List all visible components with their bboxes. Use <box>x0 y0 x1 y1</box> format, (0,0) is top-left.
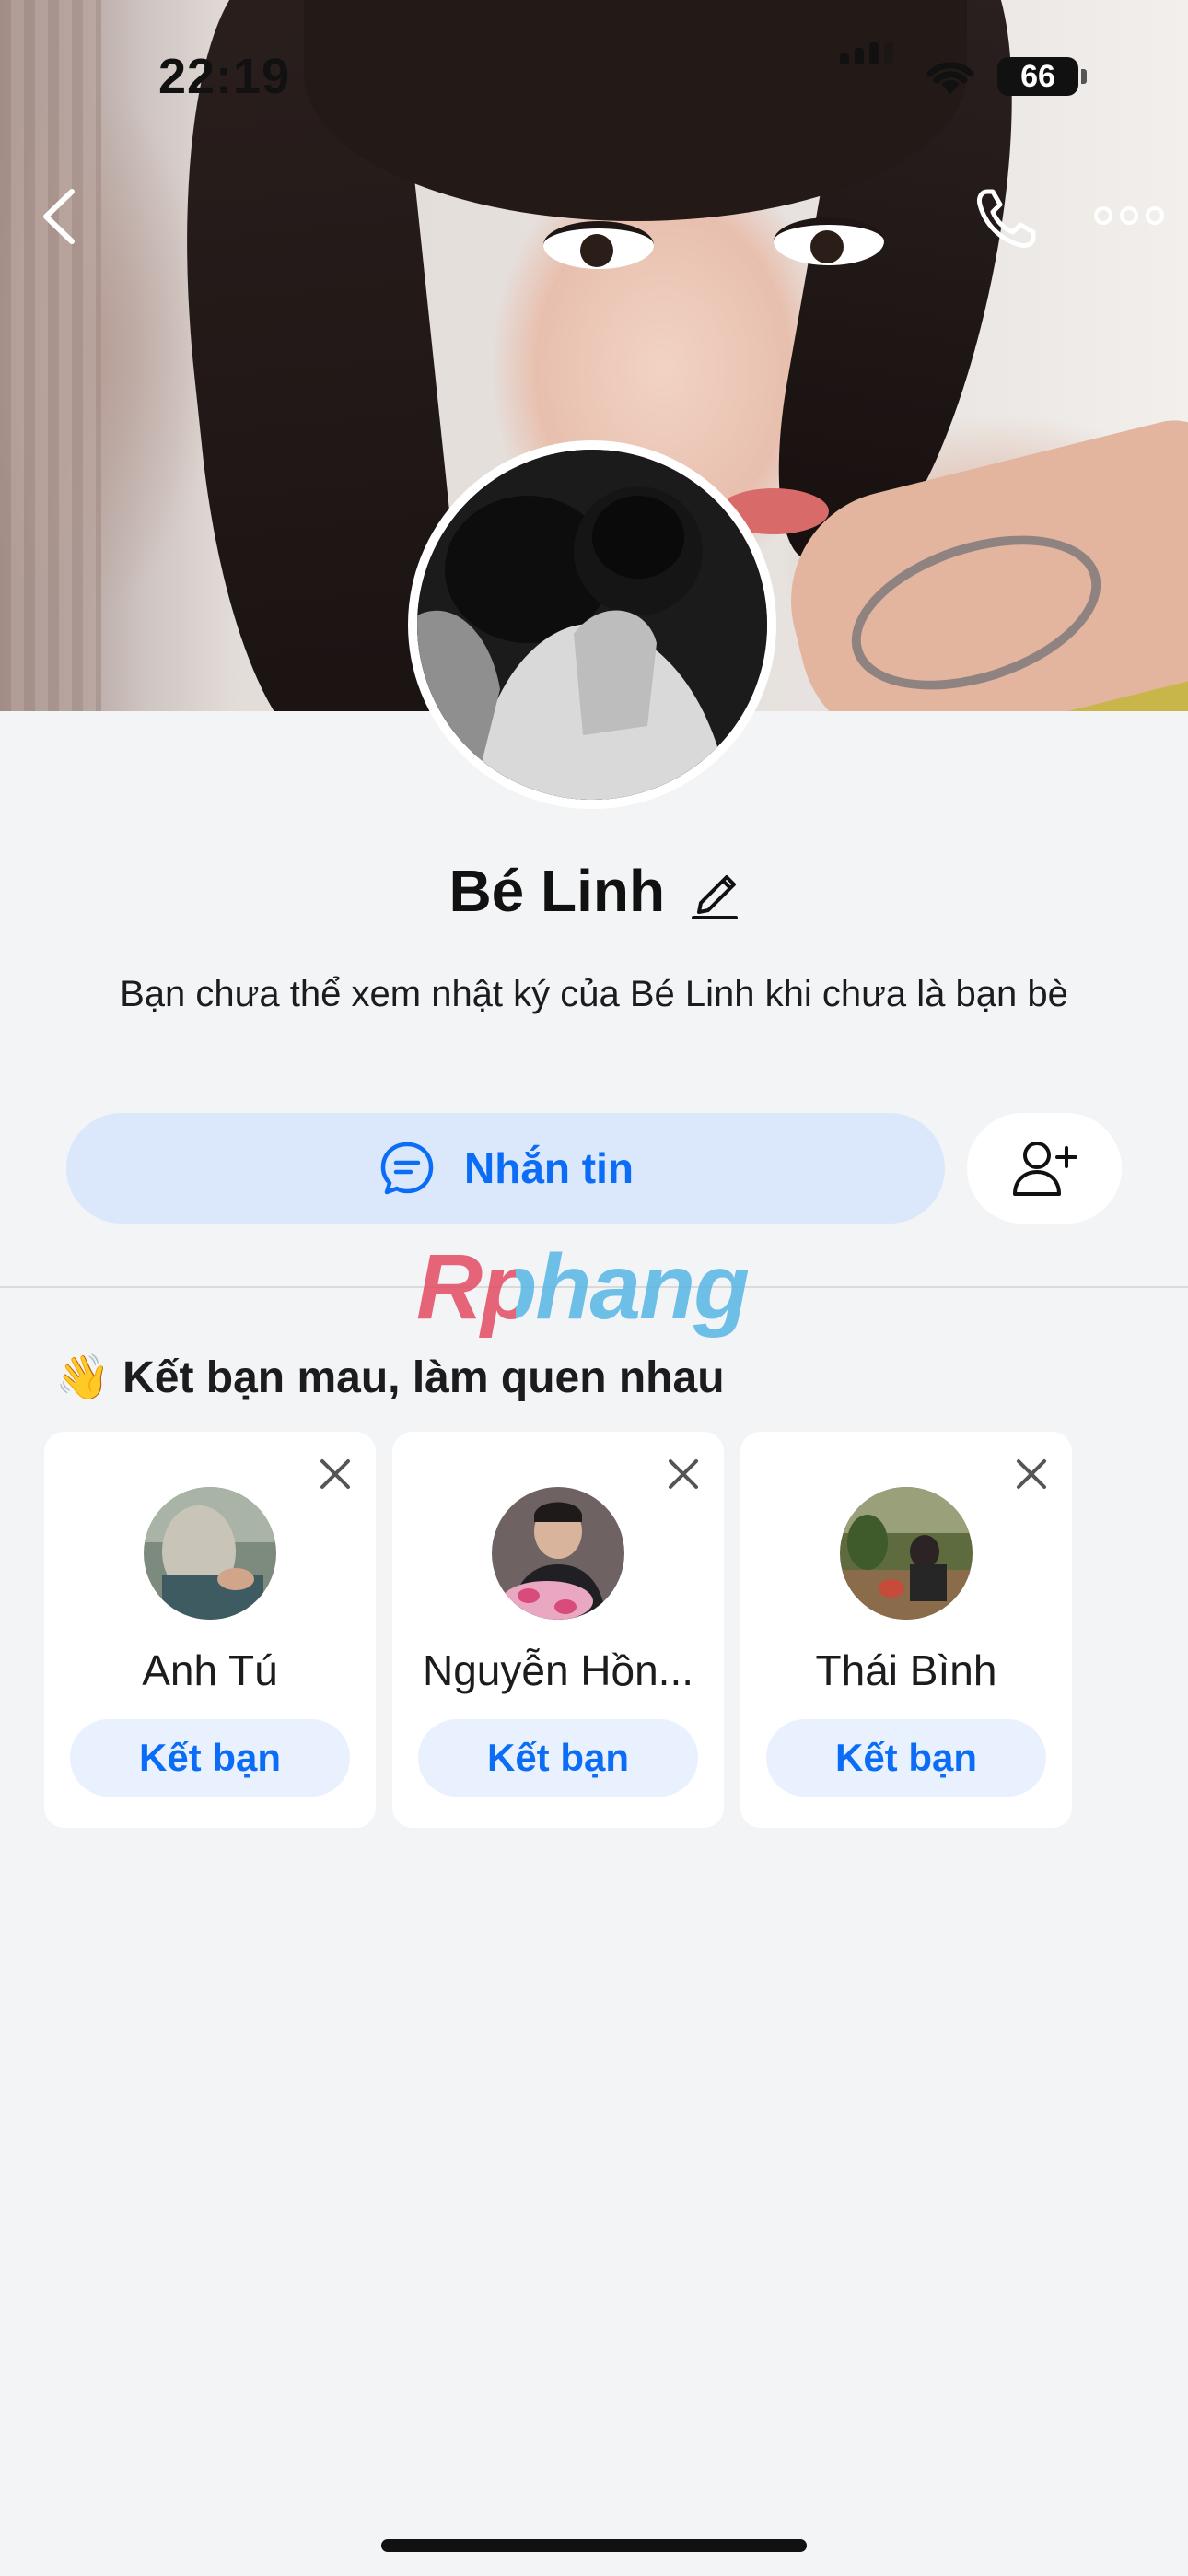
suggestion-card[interactable]: Thái Bình Kết bạn <box>740 1432 1072 1828</box>
more-options-icon[interactable] <box>1092 197 1166 234</box>
profile-name: Bé Linh <box>448 858 666 924</box>
profile-avatar[interactable] <box>408 440 776 809</box>
add-friend-button[interactable]: Kết bạn <box>418 1719 698 1797</box>
send-message-button[interactable]: Nhắn tin <box>66 1113 945 1224</box>
suggestion-avatar[interactable] <box>492 1487 624 1620</box>
suggestion-name: Nguyễn Hồn... <box>422 1646 694 1694</box>
friend-suggestions-title: 👋 Kết bạn mau, làm quen nhau <box>55 1353 725 1402</box>
dismiss-icon[interactable] <box>665 1456 702 1493</box>
cover-eye-right <box>774 217 884 265</box>
add-friend-button[interactable]: Kết bạn <box>766 1719 1046 1797</box>
suggestion-avatar[interactable] <box>144 1487 276 1620</box>
suggestion-card[interactable]: Nguyễn Hồn... Kết bạn <box>392 1432 724 1828</box>
home-indicator[interactable] <box>381 2539 807 2552</box>
avatar-image <box>417 450 767 800</box>
chat-bubble-icon <box>380 1142 434 1195</box>
suggestion-name: Anh Tú <box>142 1646 278 1694</box>
wifi-icon <box>926 62 974 94</box>
phone-icon[interactable] <box>969 182 1042 256</box>
profile-privacy-note: Bạn chưa thể xem nhật ký của Bé Linh khi… <box>120 974 1068 1014</box>
send-message-label: Nhắn tin <box>464 1144 634 1192</box>
status-bar: 22:19 66 <box>0 0 1188 157</box>
add-friend-icon <box>1013 1142 1077 1196</box>
dismiss-icon[interactable] <box>1013 1456 1050 1493</box>
suggestion-name: Thái Bình <box>815 1646 997 1694</box>
watermark-logo: Rphang <box>416 1235 750 1339</box>
suggestion-avatar[interactable] <box>840 1487 973 1620</box>
edit-name-icon[interactable] <box>690 862 740 919</box>
profile-name-row: Bé Linh <box>0 857 1188 925</box>
battery-icon: 66 <box>997 57 1078 96</box>
back-icon[interactable] <box>33 184 88 249</box>
add-friend-button[interactable]: Kết bạn <box>70 1719 350 1797</box>
cover-eye-left <box>543 221 654 269</box>
dismiss-icon[interactable] <box>317 1456 354 1493</box>
suggestion-card[interactable]: Anh Tú Kết bạn <box>44 1432 376 1828</box>
battery-cap <box>1081 69 1087 84</box>
status-time: 22:19 <box>158 49 291 104</box>
add-friend-button[interactable] <box>967 1113 1122 1224</box>
